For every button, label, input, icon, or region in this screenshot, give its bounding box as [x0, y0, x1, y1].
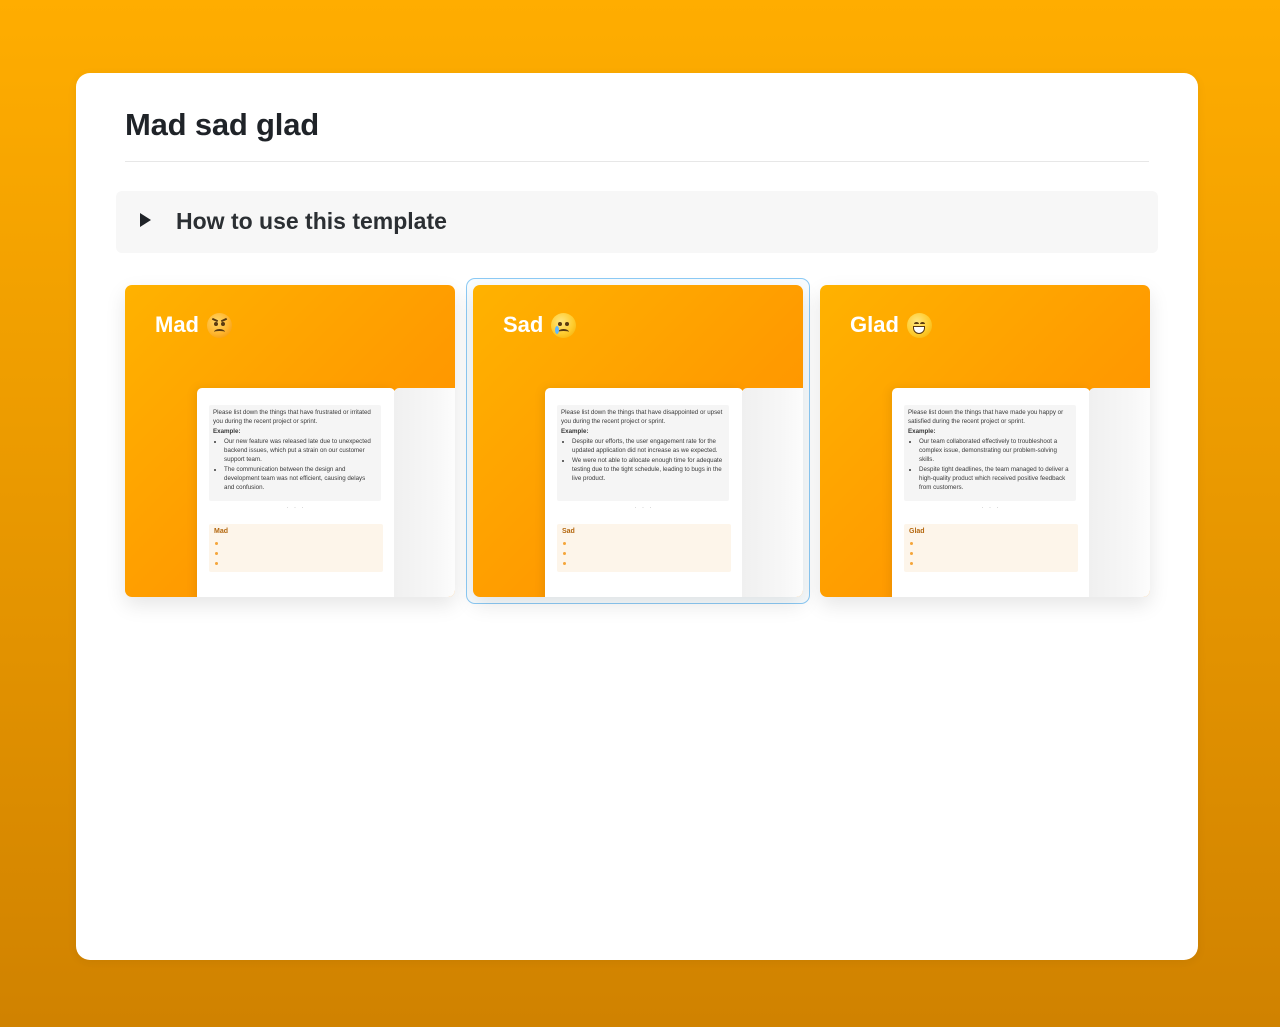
- ellipsis-divider: · · ·: [634, 505, 654, 511]
- card-label: Sad: [503, 312, 544, 337]
- grinning-face-icon: [906, 312, 932, 338]
- list-item: The communication between the design and…: [224, 465, 377, 492]
- list-item: Our new feature was released late due to…: [224, 437, 377, 464]
- bullet-icon: [215, 552, 218, 555]
- ellipsis-divider: · · ·: [981, 505, 1001, 511]
- bullet-icon: [910, 562, 913, 565]
- card-cover[interactable]: Mad Please list down the things that hav…: [125, 285, 455, 597]
- response-section: Mad: [209, 524, 383, 572]
- angry-face-icon: [207, 312, 232, 338]
- section-title: Glad: [909, 528, 925, 535]
- how-to-use-toggle[interactable]: How to use this template: [116, 191, 1158, 253]
- card-title: Sad: [503, 312, 577, 338]
- prompt-text: Please list down the things that have di…: [561, 409, 723, 425]
- prompt-text: Please list down the things that have ma…: [908, 409, 1064, 425]
- card-cover[interactable]: Glad Please list down the things that ha…: [820, 285, 1150, 597]
- bullet-icon: [910, 542, 913, 545]
- card-preview-page-edge: [1089, 388, 1150, 597]
- list-item: Despite our efforts, the user engagement…: [572, 437, 725, 455]
- prompt-text: Please list down the things that have fr…: [213, 409, 371, 425]
- example-list: Despite our efforts, the user engagement…: [561, 437, 725, 483]
- title-divider: [125, 161, 1149, 162]
- example-label: Example:: [908, 428, 936, 435]
- section-title: Mad: [214, 528, 228, 535]
- card-title: Glad: [850, 312, 932, 338]
- list-item: Despite tight deadlines, the team manage…: [919, 465, 1072, 492]
- bullet-icon: [215, 542, 218, 545]
- example-label: Example:: [213, 428, 241, 435]
- list-item: Our team collaborated effectively to tro…: [919, 437, 1072, 464]
- crying-face-icon: [551, 312, 577, 338]
- ellipsis-divider: · · ·: [286, 505, 306, 511]
- response-section: Glad: [904, 524, 1078, 572]
- section-title: Sad: [562, 528, 575, 535]
- page-title: Mad sad glad: [125, 107, 319, 142]
- example-list: Our team collaborated effectively to tro…: [908, 437, 1072, 492]
- card-preview-document: Please list down the things that have ma…: [892, 388, 1090, 597]
- example-list: Our new feature was released late due to…: [213, 437, 377, 492]
- response-section: Sad: [557, 524, 731, 572]
- card-preview-page-edge: [742, 388, 803, 597]
- bullet-icon: [910, 552, 913, 555]
- instruction-callout: Please list down the things that have ma…: [904, 405, 1076, 501]
- bullet-icon: [563, 542, 566, 545]
- bullet-icon: [563, 552, 566, 555]
- card-label: Glad: [850, 312, 899, 337]
- card-title: Mad: [155, 312, 232, 338]
- triangle-right-icon[interactable]: [140, 213, 151, 227]
- bullet-icon: [215, 562, 218, 565]
- card-cover[interactable]: Sad Please list down the things that hav…: [473, 285, 803, 597]
- card-preview-page-edge: [394, 388, 455, 597]
- bullet-icon: [563, 562, 566, 565]
- card-label: Mad: [155, 312, 199, 337]
- template-panel: Mad sad glad How to use this template Ma…: [76, 73, 1198, 960]
- card-preview-document: Please list down the things that have di…: [545, 388, 743, 597]
- list-item: We were not able to allocate enough time…: [572, 456, 725, 483]
- template-card-mad[interactable]: Mad Please list down the things that hav…: [125, 285, 455, 597]
- example-label: Example:: [561, 428, 589, 435]
- template-card-sad[interactable]: Sad Please list down the things that hav…: [466, 278, 810, 604]
- template-card-glad[interactable]: Glad Please list down the things that ha…: [820, 285, 1150, 597]
- card-preview-document: Please list down the things that have fr…: [197, 388, 395, 597]
- instruction-callout: Please list down the things that have fr…: [209, 405, 381, 501]
- toggle-label: How to use this template: [176, 208, 447, 234]
- instruction-callout: Please list down the things that have di…: [557, 405, 729, 501]
